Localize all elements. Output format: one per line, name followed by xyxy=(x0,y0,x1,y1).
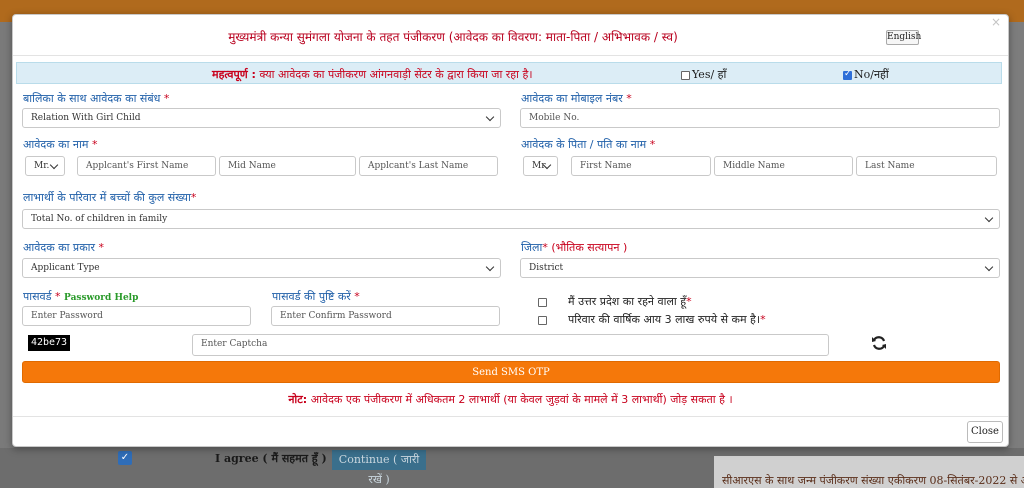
no-checkbox[interactable] xyxy=(843,69,852,80)
anganwadi-question: महत्वपूर्ण : क्या आवेदक का पंजीकरण आंगनव… xyxy=(212,67,533,82)
up-resident-text: मैं उत्तर प्रदेश का रहने वाला हूँ xyxy=(568,295,687,308)
agree-checkbox[interactable]: ✓ xyxy=(118,451,132,465)
required-mark: * xyxy=(649,138,656,151)
required-mark: * xyxy=(55,290,61,303)
password-help-link[interactable]: Password Help xyxy=(64,293,138,303)
password-label: पासवर्ड * Password Help xyxy=(23,289,138,304)
applicant-mid-name-input[interactable]: Mid Name xyxy=(219,156,356,176)
no-option[interactable]: No/नहीं xyxy=(843,67,889,82)
mobile-label-text: आवेदक का मोबाइल नंबर xyxy=(521,92,623,105)
children-count-label-text: लाभार्थी के परिवार में बच्चों की कुल संख… xyxy=(23,191,191,204)
anganwadi-question-text: क्या आवेदक का पंजीकरण आंगनवाड़ी सेंटर के… xyxy=(259,68,533,81)
up-resident-label: मैं उत्तर प्रदेश का रहने वाला हूँ* xyxy=(568,294,692,309)
required-mark: * xyxy=(760,313,766,326)
yes-label: Yes/ हाँ xyxy=(692,68,727,81)
confirm-password-label: पासवर्ड की पुष्टि करें * xyxy=(272,289,360,304)
father-title-select[interactable]: Mr. xyxy=(523,156,558,176)
father-last-name-input[interactable]: Last Name xyxy=(856,156,997,176)
divider xyxy=(13,55,1008,56)
applicant-name-label-text: आवेदक का नाम xyxy=(23,138,89,151)
important-label: महत्वपूर्ण : xyxy=(212,68,256,81)
note-text: आवेदक एक पंजीकरण में अधिकतम 2 लाभार्थी (… xyxy=(310,393,733,406)
news-item[interactable]: सीआरएस के साथ जन्म पंजीकरण संख्या एकीकरण… xyxy=(722,473,1024,488)
relation-label-text: बालिका के साथ आवेदक का संबंध xyxy=(23,92,161,105)
registration-note: नोट: आवेदक एक पंजीकरण में अधिकतम 2 लाभार… xyxy=(13,392,1008,407)
up-resident-checkbox[interactable] xyxy=(538,298,547,307)
close-icon[interactable]: × xyxy=(991,15,1001,29)
required-mark: * xyxy=(91,138,98,151)
anganwadi-info-bar: महत्वपूर्ण : क्या आवेदक का पंजीकरण आंगनव… xyxy=(16,62,1002,84)
applicant-first-name-input[interactable]: Applcant's First Name xyxy=(77,156,216,176)
agree-label: I agree ( मैं सहमत हूँ ) xyxy=(215,452,327,465)
captcha-input[interactable]: Enter Captcha xyxy=(192,334,829,356)
mobile-input[interactable]: Mobile No. xyxy=(520,108,1000,128)
divider xyxy=(13,416,1008,417)
district-label: जिला* (भौतिक सत्यापन ) xyxy=(521,240,627,255)
applicant-name-label: आवेदक का नाम * xyxy=(23,137,97,152)
required-mark: * xyxy=(542,241,548,254)
confirm-password-label-text: पासवर्ड की पुष्टि करें xyxy=(272,290,351,303)
father-first-name-input[interactable]: First Name xyxy=(571,156,711,176)
district-label-text: जिला xyxy=(521,241,543,254)
yes-checkbox[interactable] xyxy=(681,70,690,80)
captcha-image: 42be73 xyxy=(28,335,70,351)
income-text: परिवार की वार्षिक आय 3 लाख रुपये से कम ह… xyxy=(568,313,761,326)
note-prefix: नोट: xyxy=(288,393,308,406)
children-count-select[interactable]: Total No. of children in family xyxy=(22,209,1000,229)
father-name-label: आवेदक के पिता / पति का नाम * xyxy=(521,137,655,152)
required-mark: * xyxy=(190,191,197,204)
language-toggle-button[interactable]: English xyxy=(886,30,921,45)
modal-title: मुख्यमंत्री कन्या सुमंगला योजना के तहत प… xyxy=(228,30,678,44)
password-label-text: पासवर्ड xyxy=(23,290,52,303)
registration-modal: मुख्यमंत्री कन्या सुमंगला योजना के तहत प… xyxy=(12,14,1009,447)
required-mark: * xyxy=(354,290,360,303)
mobile-label: आवेदक का मोबाइल नंबर * xyxy=(521,91,632,106)
close-button[interactable]: Close xyxy=(967,421,1003,443)
required-mark: * xyxy=(626,92,632,105)
children-count-label: लाभार्थी के परिवार में बच्चों की कुल संख… xyxy=(23,190,196,205)
required-mark: * xyxy=(686,295,692,308)
father-name-label-text: आवेदक के पिता / पति का नाम xyxy=(521,138,647,151)
background-right-panel xyxy=(1008,22,1024,488)
income-label: परिवार की वार्षिक आय 3 लाख रुपये से कम ह… xyxy=(568,312,766,327)
income-checkbox[interactable] xyxy=(538,316,547,325)
required-mark: * xyxy=(163,92,170,105)
confirm-password-input[interactable]: Enter Confirm Password xyxy=(271,306,500,326)
applicant-last-name-input[interactable]: Applcant's Last Name xyxy=(359,156,498,176)
yes-option[interactable]: Yes/ हाँ xyxy=(681,67,726,82)
relation-select[interactable]: Relation With Girl Child xyxy=(22,108,501,128)
applicant-type-label: आवेदक का प्रकार * xyxy=(23,240,104,255)
applicant-type-label-text: आवेदक का प्रकार xyxy=(23,241,95,254)
district-note: (भौतिक सत्यापन ) xyxy=(551,241,628,254)
continue-button[interactable]: Continue ( जारी रखें ) xyxy=(332,450,426,486)
no-label: No/नहीं xyxy=(854,68,889,81)
required-mark: * xyxy=(98,241,105,254)
password-input[interactable]: Enter Password xyxy=(22,306,251,326)
send-sms-otp-button[interactable]: Send SMS OTP xyxy=(22,361,1000,383)
father-middle-name-input[interactable]: Middle Name xyxy=(714,156,853,176)
applicant-title-select[interactable]: Mr. xyxy=(25,156,65,176)
refresh-captcha-icon[interactable] xyxy=(871,335,887,351)
applicant-type-select[interactable]: Applicant Type xyxy=(22,258,501,278)
district-select[interactable]: District xyxy=(520,258,1000,278)
relation-label: बालिका के साथ आवेदक का संबंध * xyxy=(23,91,169,106)
